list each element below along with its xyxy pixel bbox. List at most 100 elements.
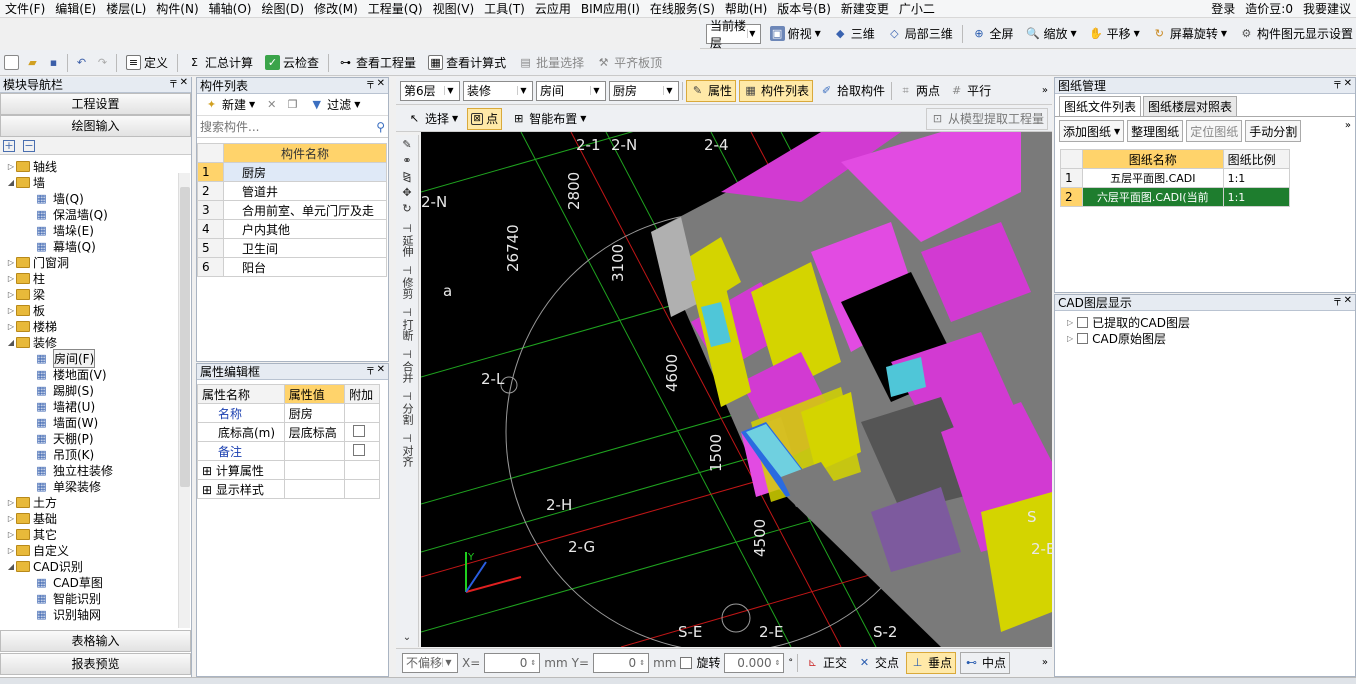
tree-folder[interactable]: ▷ 轴线 <box>0 158 191 174</box>
parallel-button[interactable]: # 平行 <box>946 80 994 102</box>
menu-item[interactable]: 新建变更 <box>836 0 894 18</box>
tree-leaf[interactable]: ▦ 墙裙(U) <box>0 398 191 414</box>
drawing-row[interactable]: 2 六层平面图.CADI(当前 1:1 <box>1060 187 1291 207</box>
expand-icon[interactable]: ⊞ <box>202 483 216 497</box>
display-settings-button[interactable]: ⚙ 构件图元显示设置 <box>1236 23 1356 45</box>
mirror-icon[interactable]: ⧎ <box>402 171 411 183</box>
move-icon[interactable]: ✥ <box>402 187 411 199</box>
floor-view-combo[interactable]: 当前楼层 ▼ <box>706 19 761 50</box>
zoom-button[interactable]: 🔍 缩放 ▼ <box>1022 23 1079 45</box>
y-input[interactable]: 0 ⇕ <box>593 652 650 673</box>
manual-split-button[interactable]: 手动分割 <box>1245 120 1302 142</box>
add-drawing-button[interactable]: 添加图纸 ▼ <box>1059 120 1125 142</box>
more-icon[interactable]: ⌄ <box>403 632 411 643</box>
tree-leaf[interactable]: ▦ 保温墙(Q) <box>0 206 191 222</box>
undo-icon[interactable]: ↶ <box>74 55 89 70</box>
property-row[interactable]: 底标高(m) 层底标高 <box>197 422 380 442</box>
tree-folder[interactable]: ▷ 门窗洞 <box>0 254 191 270</box>
table-row[interactable]: 1 厨房 <box>197 162 387 182</box>
save-icon[interactable]: ▪ <box>46 55 61 70</box>
item-combo[interactable]: 厨房 ▼ <box>609 80 679 101</box>
collapsed-arrow-icon[interactable]: ▷ <box>1067 318 1073 327</box>
cloud-check-button[interactable]: ✓ 云检查 <box>262 52 322 74</box>
menu-item[interactable]: 绘图(D) <box>256 0 309 18</box>
drawing-name-cell[interactable]: 六层平面图.CADI(当前 <box>1082 187 1224 207</box>
midpoint-button[interactable]: ⊷ 中点 <box>960 651 1011 674</box>
tree-leaf[interactable]: ▦ 墙面(W) <box>0 414 191 430</box>
tree-leaf[interactable]: ▦ 独立柱装修 <box>0 462 191 478</box>
collapsed-arrow-icon[interactable]: ▷ <box>6 290 16 299</box>
table-row[interactable]: 6 阳台 <box>197 257 387 277</box>
table-input-button[interactable]: 表格输入 <box>0 630 191 652</box>
tree-leaf[interactable]: ▦ 踢脚(S) <box>0 382 191 398</box>
menu-item[interactable]: 修改(M) <box>309 0 363 18</box>
3d-button[interactable]: ◆ 三维 <box>830 23 878 45</box>
draw-input-button[interactable]: 绘图输入 <box>0 115 191 137</box>
tree-leaf[interactable]: ▦ 墙(Q) <box>0 190 191 206</box>
overflow-icon[interactable]: » <box>1042 85 1048 96</box>
expanded-arrow-icon[interactable]: ◢ <box>6 338 16 347</box>
vertical-tool-button[interactable]: ⊣ 分割 <box>401 391 414 426</box>
component-name-cell[interactable]: 卫生间 <box>223 238 387 258</box>
report-preview-button[interactable]: 报表预览 <box>0 653 191 675</box>
component-list-toggle[interactable]: ▦ 构件列表 <box>739 79 814 102</box>
rotate-checkbox[interactable] <box>680 656 693 669</box>
property-value[interactable]: 厨房 <box>283 403 346 423</box>
delete-icon[interactable]: ✕ <box>264 97 279 112</box>
flush-slab-button[interactable]: ⚒ 平齐板顶 <box>593 52 665 74</box>
tree-folder[interactable]: ▷ 梁 <box>0 286 191 302</box>
vertical-tool-button[interactable]: ⊣ 打断 <box>401 307 414 342</box>
collapsed-arrow-icon[interactable]: ▷ <box>6 322 16 331</box>
pin-close-icon[interactable]: ╤ ✕ <box>1334 295 1352 306</box>
collapsed-arrow-icon[interactable]: ▷ <box>6 514 16 523</box>
collapsed-arrow-icon[interactable]: ▷ <box>6 498 16 507</box>
select-button[interactable]: ↖ 选择 ▼ <box>404 108 461 130</box>
intersection-button[interactable]: ✕ 交点 <box>854 652 902 674</box>
extract-quantity-button[interactable]: ⊡ 从模型提取工程量 <box>925 107 1048 130</box>
rotate-input[interactable]: 0.000 ⇕ <box>724 652 785 673</box>
tree-folder[interactable]: ▷ 基础 <box>0 510 191 526</box>
tree-leaf[interactable]: ▦ 吊顶(K) <box>0 446 191 462</box>
property-row[interactable]: 备注 <box>197 441 380 461</box>
tree-leaf[interactable]: ▦ 幕墙(Q) <box>0 238 191 254</box>
table-row[interactable]: 4 户内其他 <box>197 219 387 239</box>
x-input[interactable]: 0 ⇕ <box>484 652 541 673</box>
project-settings-button[interactable]: 工程设置 <box>0 93 191 115</box>
component-name-cell[interactable]: 管道井 <box>223 181 387 201</box>
locate-drawing-button[interactable]: 定位图纸 <box>1186 120 1243 142</box>
property-value[interactable] <box>283 441 346 461</box>
subtype-combo[interactable]: 房间 ▼ <box>536 80 606 101</box>
property-row[interactable]: ⊞ 计算属性 <box>197 460 380 480</box>
overflow-icon[interactable]: » <box>1042 657 1048 668</box>
vertical-tool-button[interactable]: ⊣ 修剪 <box>401 265 414 300</box>
tree-folder[interactable]: ▷ 板 <box>0 302 191 318</box>
copy-icon[interactable]: ❐ <box>285 97 300 112</box>
tree-folder[interactable]: ▷ 自定义 <box>0 542 191 558</box>
drawing-name-cell[interactable]: 五层平面图.CADI <box>1082 168 1224 188</box>
pin-close-icon[interactable]: ╤ ✕ <box>1334 78 1352 89</box>
drawing-scale-cell[interactable]: 1:1 <box>1222 187 1291 207</box>
vertical-tool-button[interactable]: ⊣ 合并 <box>401 349 414 384</box>
collapsed-arrow-icon[interactable]: ▷ <box>6 162 16 171</box>
property-row[interactable]: ⊞ 显示样式 <box>197 479 380 499</box>
menu-item[interactable]: 工具(T) <box>479 0 530 18</box>
pin-close-icon[interactable]: ╤ ✕ <box>170 77 188 88</box>
property-row[interactable]: 名称 厨房 <box>197 403 380 423</box>
view-formula-button[interactable]: ▦ 查看计算式 <box>425 52 509 74</box>
cad-layer-item[interactable]: ▷ CAD原始图层 <box>1067 330 1343 346</box>
open-folder-icon[interactable]: ▰ <box>25 55 40 70</box>
layer-checkbox[interactable] <box>1077 332 1089 344</box>
component-name-cell[interactable]: 厨房 <box>223 162 387 182</box>
fullscreen-button[interactable]: ⊕ 全屏 <box>968 23 1016 45</box>
menu-item[interactable]: 版本号(B) <box>772 0 836 18</box>
table-row[interactable]: 2 管道井 <box>197 181 387 201</box>
component-name-cell[interactable]: 户内其他 <box>223 219 387 239</box>
tree-leaf[interactable]: ▦ 房间(F) <box>0 348 191 368</box>
rotate-icon[interactable]: ↻ <box>402 203 411 215</box>
expand-icon[interactable]: ⊞ <box>202 464 216 478</box>
menu-item[interactable]: 构件(N) <box>151 0 203 18</box>
tree-leaf[interactable]: ▦ 天棚(P) <box>0 430 191 446</box>
perpendicular-button[interactable]: ⊥ 垂点 <box>906 651 957 674</box>
menu-item[interactable]: 云应用 <box>530 0 576 18</box>
menu-item[interactable]: 文件(F) <box>0 0 50 18</box>
